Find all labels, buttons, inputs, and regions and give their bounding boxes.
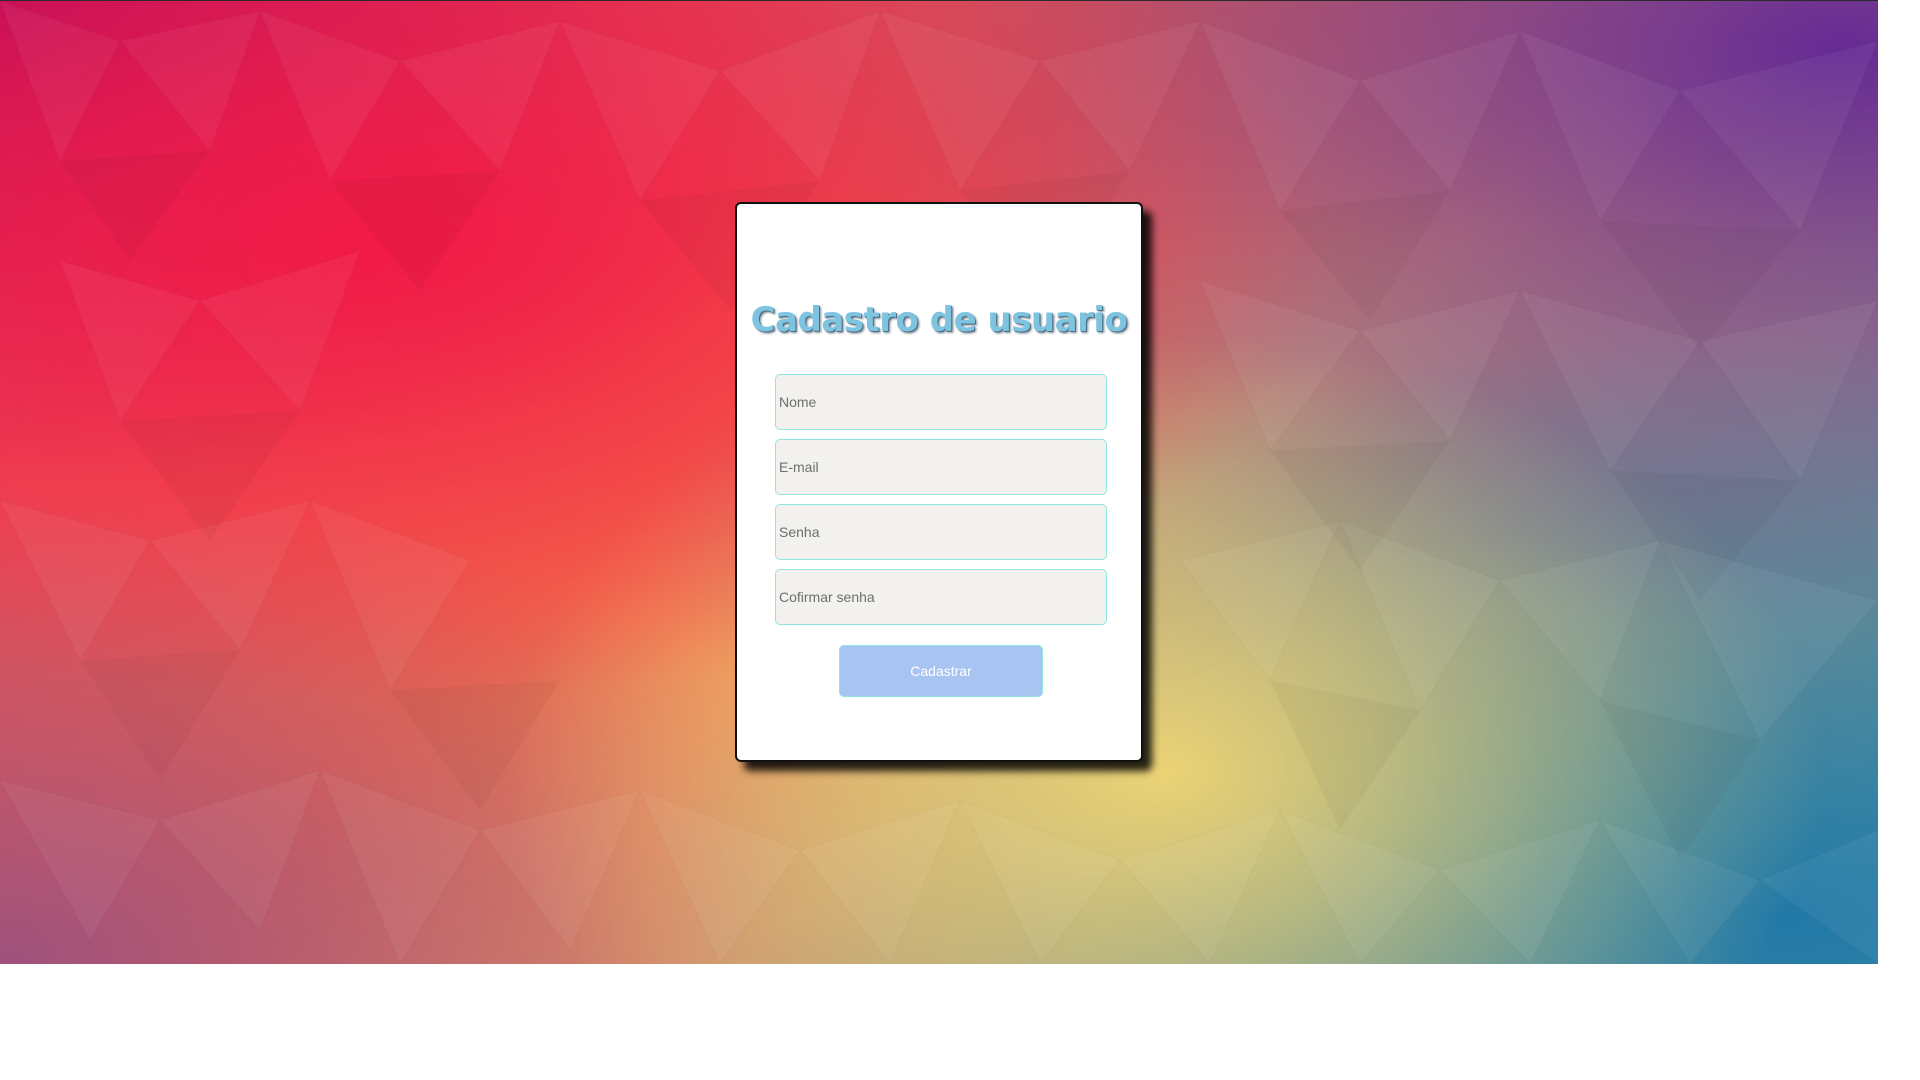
confirm-password-input[interactable] <box>775 569 1107 625</box>
password-input[interactable] <box>775 504 1107 560</box>
signup-card: Cadastro de usuario Cadastrar <box>735 202 1143 762</box>
email-input[interactable] <box>775 439 1107 495</box>
name-input[interactable] <box>775 374 1107 430</box>
page: Cadastro de usuario Cadastrar <box>0 0 1920 1080</box>
form-title: Cadastro de usuario <box>750 300 1128 340</box>
cadastrar-button[interactable]: Cadastrar <box>839 645 1043 697</box>
